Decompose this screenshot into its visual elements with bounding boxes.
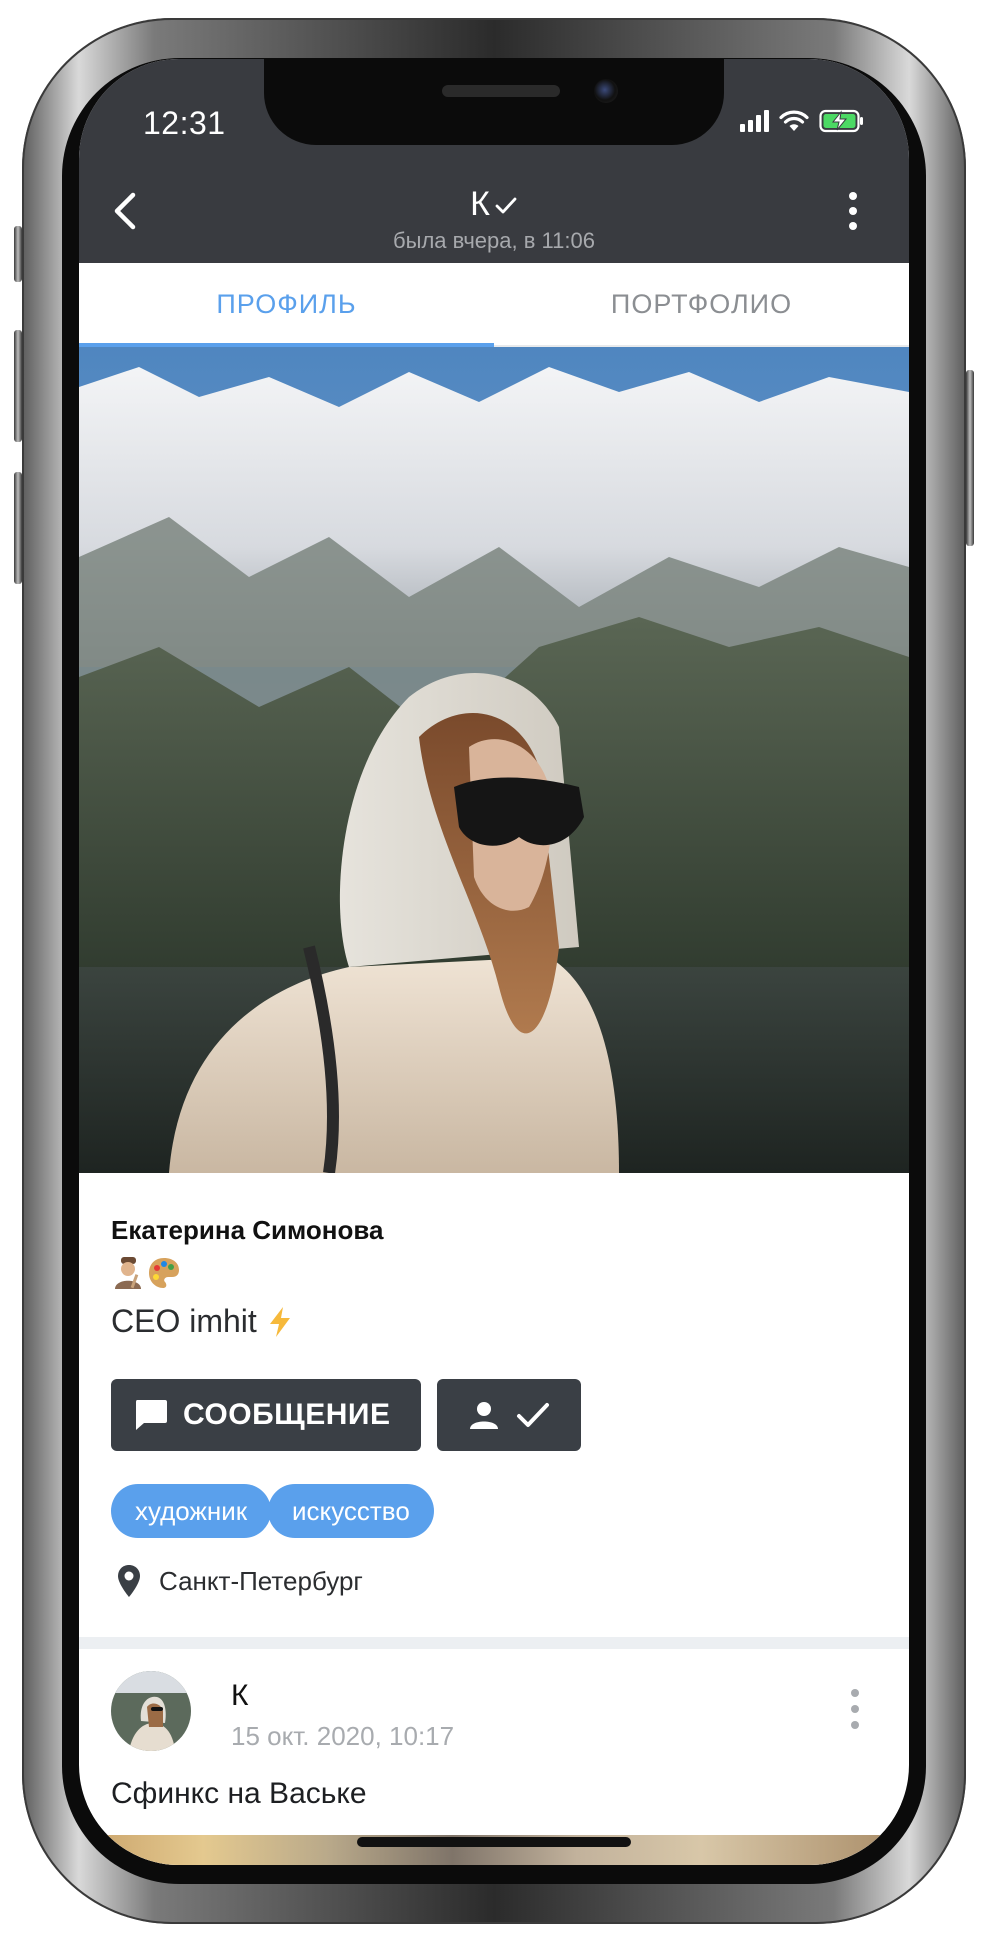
tab-portfolio[interactable]: ПОРТФОЛИО (494, 263, 909, 345)
more-options-button[interactable] (841, 187, 865, 235)
post-author-name[interactable]: К (231, 1679, 248, 1713)
tab-profile[interactable]: ПРОФИЛЬ (79, 263, 494, 347)
location-row: Санкт-Петербург (117, 1564, 363, 1598)
power-button (966, 370, 974, 546)
dot (849, 222, 857, 230)
dot (851, 1705, 859, 1713)
home-indicator[interactable] (357, 1837, 631, 1847)
chat-title: К (470, 185, 518, 224)
app-header: 12:31 К была вчера, в 11:06 (79, 59, 909, 263)
chat-bubble-icon (136, 1400, 167, 1430)
post-options-button[interactable] (849, 1689, 861, 1729)
dot (849, 192, 857, 200)
location-text: Санкт-Петербург (159, 1565, 363, 1596)
palette-emoji-icon (149, 1258, 179, 1288)
bio-text-label: CEO imhit (111, 1303, 257, 1339)
volume-down-button (14, 472, 22, 584)
app-screen: 12:31 К была вчера, в 11:06 ПРОФИЛЬ ПОРТ… (79, 59, 909, 1865)
battery-charging-icon (819, 109, 863, 133)
send-message-label: СООБЩЕНИЕ (183, 1398, 391, 1431)
feed-post: К 15 окт. 2020, 10:17 Сфинкс на Ваське (87, 1649, 901, 1865)
front-camera (594, 79, 618, 103)
notch (264, 59, 724, 145)
friend-status-button[interactable] (437, 1379, 581, 1451)
post-author-avatar[interactable] (111, 1671, 191, 1751)
verified-check-icon (495, 197, 517, 213)
last-seen-text: была вчера, в 11:06 (393, 228, 595, 253)
cellular-signal-icon (740, 110, 769, 132)
post-text: Сфинкс на Ваське (111, 1777, 367, 1810)
post-timestamp: 15 окт. 2020, 10:17 (231, 1721, 455, 1751)
wifi-icon (779, 110, 809, 131)
profile-tabs: ПРОФИЛЬ ПОРТФОЛИО (79, 263, 909, 347)
status-time: 12:31 (143, 105, 226, 141)
speaker (442, 85, 560, 97)
volume-up-button (14, 330, 22, 442)
tag-artist[interactable]: художник (111, 1484, 272, 1538)
check-icon (517, 1403, 549, 1427)
profile-cover-photo[interactable] (79, 347, 909, 1173)
dot (851, 1721, 859, 1729)
chat-title-text: К (470, 185, 490, 223)
location-pin-icon (118, 1565, 140, 1597)
send-message-button[interactable]: СООБЩЕНИЕ (111, 1379, 421, 1451)
lightning-icon (269, 1306, 290, 1337)
dot (849, 207, 857, 215)
bio-text: CEO imhit (111, 1303, 293, 1340)
cover-photo-illustration (79, 347, 909, 1173)
dot (851, 1689, 859, 1697)
status-icons (740, 109, 865, 133)
chat-title-block: К была вчера, в 11:06 (79, 185, 909, 254)
person-icon (470, 1402, 498, 1429)
mute-switch (14, 226, 22, 282)
tag-art[interactable]: искусство (268, 1484, 434, 1538)
bio-emojis (111, 1256, 181, 1290)
profile-name: Екатерина Симонова (111, 1215, 384, 1245)
avatar-image (111, 1671, 191, 1751)
artist-emoji-icon (115, 1257, 141, 1289)
section-divider (79, 1637, 909, 1649)
